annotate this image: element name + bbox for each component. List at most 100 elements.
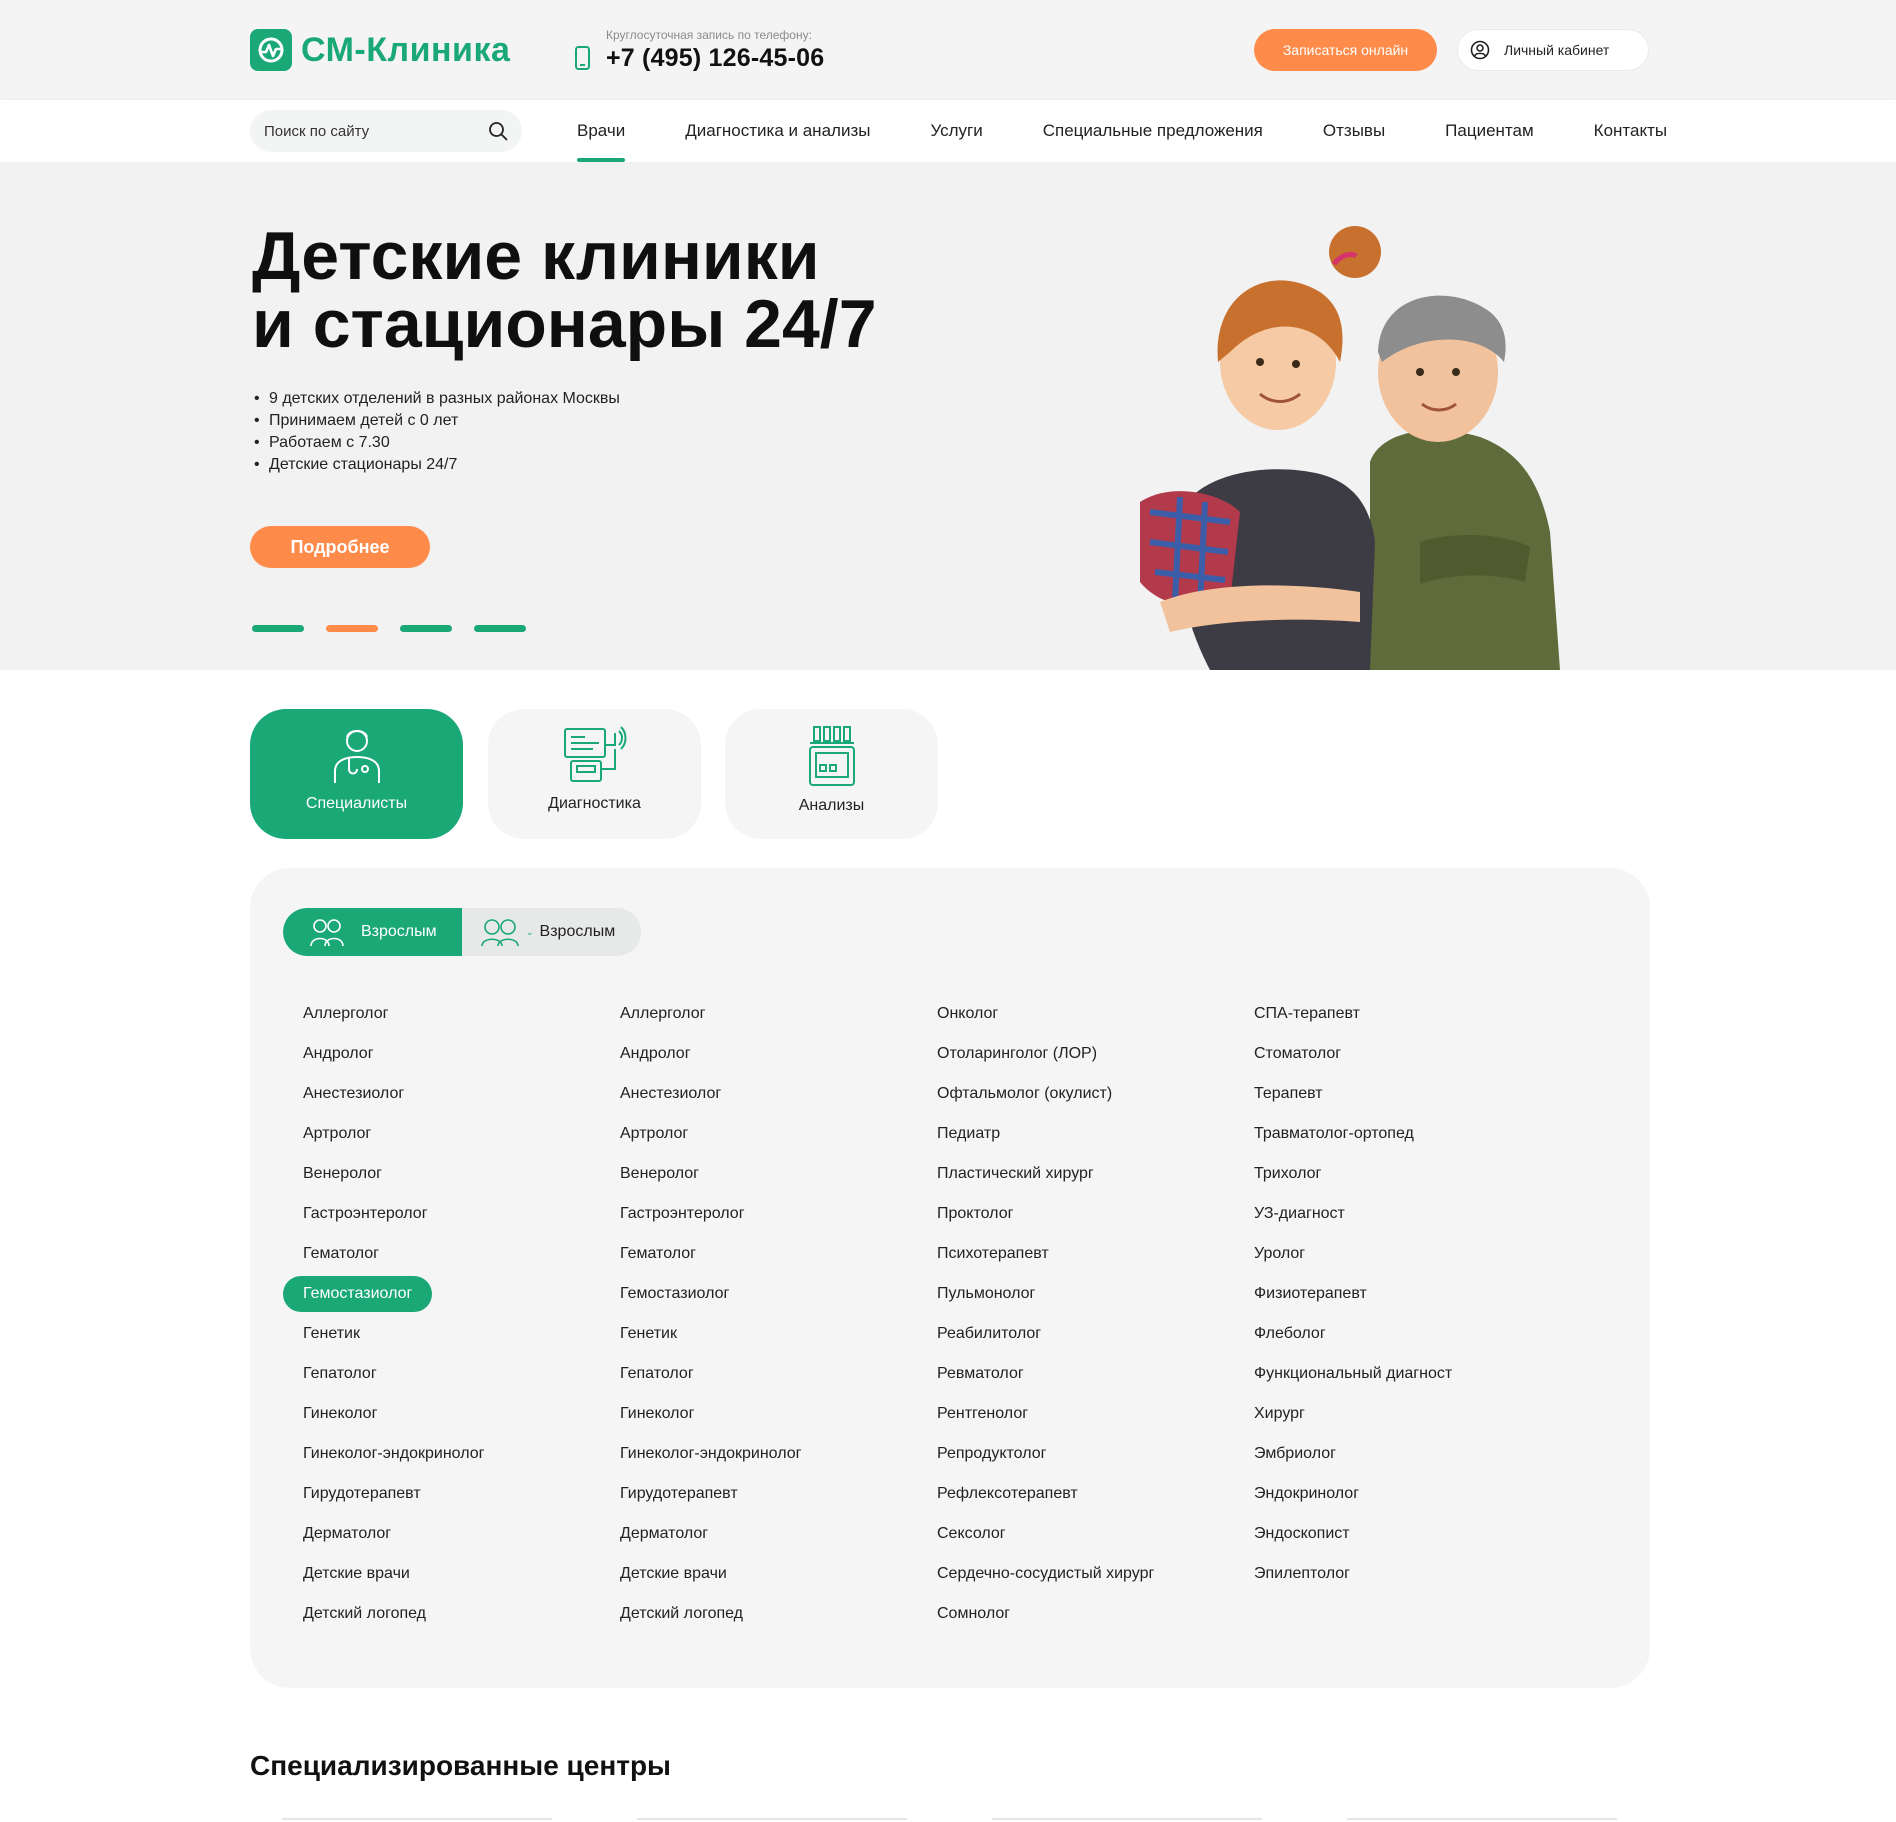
specialist-link[interactable]: Сердечно-сосудистый хирург: [917, 1554, 1154, 1594]
search-icon[interactable]: [488, 121, 508, 141]
category-tab-analyses[interactable]: Анализы: [725, 709, 938, 839]
specialist-link[interactable]: Эмбриолог: [1234, 1434, 1452, 1474]
specialist-link[interactable]: Пластический хирург: [917, 1154, 1154, 1194]
specialist-link[interactable]: Венеролог: [600, 1154, 801, 1194]
toggle-adults[interactable]: Взрослым: [283, 908, 462, 956]
specialist-link[interactable]: Реабилитолог: [917, 1314, 1154, 1354]
specialist-link[interactable]: Анестезиолог: [283, 1074, 484, 1114]
specialist-link[interactable]: Отоларинголог (ЛОР): [917, 1034, 1154, 1074]
hero-bullet: Принимаем детей с 0 лет: [254, 410, 620, 432]
specialist-link[interactable]: Детские врачи: [600, 1554, 801, 1594]
user-icon: [1470, 40, 1490, 60]
slider-dot-active[interactable]: [326, 625, 378, 632]
phone-number[interactable]: +7 (495) 126-45-06: [606, 44, 824, 73]
specialist-link[interactable]: Эндоскопист: [1234, 1514, 1452, 1554]
specialist-link[interactable]: Гирудотерапевт: [283, 1474, 484, 1514]
specialist-link[interactable]: Артролог: [600, 1114, 801, 1154]
specialist-link[interactable]: Венеролог: [283, 1154, 484, 1194]
specialists-column-1: Аллерголог Андролог Анестезиолог Артролог Ве…: [283, 994, 484, 1634]
specialist-link[interactable]: Пульмонолог: [917, 1274, 1154, 1314]
specialist-link[interactable]: Гепатолог: [283, 1354, 484, 1394]
specialist-link[interactable]: Генетик: [283, 1314, 484, 1354]
specialist-link[interactable]: Эндокринолог: [1234, 1474, 1452, 1514]
specialist-link[interactable]: Гирудотерапевт: [600, 1474, 801, 1514]
specialist-link[interactable]: УЗ-диагност: [1234, 1194, 1452, 1234]
toggle-second-label: Взрослым: [539, 923, 616, 940]
nav-item-contacts[interactable]: Контакты: [1594, 100, 1667, 162]
nav-item-reviews[interactable]: Отзывы: [1323, 100, 1385, 162]
specialist-link[interactable]: Проктолог: [917, 1194, 1154, 1234]
specialist-link[interactable]: Терапевт: [1234, 1074, 1452, 1114]
book-online-button[interactable]: Записаться онлайн: [1254, 29, 1437, 71]
nav-item-doctors[interactable]: Врачи: [577, 100, 626, 162]
specialist-link[interactable]: Рефлексотерапевт: [917, 1474, 1154, 1514]
audience-toggle: Взрослым ⌄ Взрослым: [283, 908, 641, 956]
specialist-link[interactable]: Онколог: [917, 994, 1154, 1034]
specialist-link[interactable]: Педиатр: [917, 1114, 1154, 1154]
specialist-link[interactable]: Гинеколог-эндокринолог: [283, 1434, 484, 1474]
search-box[interactable]: [250, 110, 522, 152]
adults-icon: [310, 919, 344, 947]
category-tab-diagnostics[interactable]: Диагностика: [488, 709, 701, 839]
specialist-link[interactable]: Флеболог: [1234, 1314, 1452, 1354]
specialist-link[interactable]: Гинеколог: [600, 1394, 801, 1434]
specialist-link[interactable]: Офтальмолог (окулист): [917, 1074, 1154, 1114]
nav-item-patients[interactable]: Пациентам: [1445, 100, 1534, 162]
specialist-link[interactable]: Репродуктолог: [917, 1434, 1154, 1474]
specialist-link[interactable]: Андролог: [600, 1034, 801, 1074]
hero-bullet: 9 детских отделений в разных районах Мос…: [254, 388, 620, 410]
toggle-second[interactable]: ⌄ Взрослым: [462, 908, 641, 956]
logo[interactable]: СМ-Клиника: [250, 28, 510, 72]
specialist-link[interactable]: Хирург: [1234, 1394, 1452, 1434]
specialist-link[interactable]: Гематолог: [600, 1234, 801, 1274]
search-input[interactable]: [264, 122, 488, 140]
specialist-link[interactable]: Гастроэнтеролог: [600, 1194, 801, 1234]
specialist-link[interactable]: Сомнолог: [917, 1594, 1154, 1634]
specialists-column-3: Онколог Отоларинголог (ЛОР) Офтальмолог (о…: [917, 994, 1154, 1634]
specialist-link[interactable]: Гематолог: [283, 1234, 484, 1274]
specialist-link[interactable]: Сексолог: [917, 1514, 1154, 1554]
chevron-down-icon: ⌄: [526, 926, 534, 937]
specialist-link[interactable]: СПА-терапевт: [1234, 994, 1452, 1034]
specialist-link[interactable]: Травматолог-ортопед: [1234, 1114, 1452, 1154]
specialist-link[interactable]: Дерматолог: [283, 1514, 484, 1554]
specialist-link[interactable]: Стоматолог: [1234, 1034, 1452, 1074]
cabinet-label: Личный кабинет: [1504, 42, 1610, 58]
specialist-link[interactable]: Функциональный диагност: [1234, 1354, 1452, 1394]
specialist-link[interactable]: Детский логопед: [283, 1594, 484, 1634]
specialist-link[interactable]: Детские врачи: [283, 1554, 484, 1594]
slider-dot[interactable]: [400, 625, 452, 632]
specialist-link[interactable]: Гепатолог: [600, 1354, 801, 1394]
specialist-link[interactable]: Гемостазиолог: [600, 1274, 801, 1314]
specialist-link[interactable]: Уролог: [1234, 1234, 1452, 1274]
specialist-link[interactable]: Генетик: [600, 1314, 801, 1354]
logo-text: СМ-Клиника: [301, 30, 511, 69]
specialist-link[interactable]: Эпилептолог: [1234, 1554, 1452, 1594]
specialist-link[interactable]: Детский логопед: [600, 1594, 801, 1634]
specialist-link[interactable]: Рентгенолог: [917, 1394, 1154, 1434]
specialist-link[interactable]: Гастроэнтеролог: [283, 1194, 484, 1234]
more-button[interactable]: Подробнее: [250, 526, 430, 568]
specialist-link[interactable]: Психотерапевт: [917, 1234, 1154, 1274]
specialist-link[interactable]: Андролог: [283, 1034, 484, 1074]
nav-item-services[interactable]: Услуги: [930, 100, 982, 162]
specialist-link[interactable]: Аллерголог: [283, 994, 484, 1034]
specialist-link[interactable]: Физиотерапевт: [1234, 1274, 1452, 1314]
personal-cabinet-button[interactable]: Личный кабинет: [1457, 29, 1649, 71]
specialist-link[interactable]: Артролог: [283, 1114, 484, 1154]
specialist-link[interactable]: Гемостазиолог: [283, 1276, 433, 1312]
nav-item-diagnostics[interactable]: Диагностика и анализы: [685, 100, 870, 162]
slider-dots: [252, 625, 548, 632]
specialist-link[interactable]: Аллерголог: [600, 994, 801, 1034]
slider-dot[interactable]: [474, 625, 526, 632]
specialist-link[interactable]: Гинеколог: [283, 1394, 484, 1434]
hero-bullet: Работаем с 7.30: [254, 432, 620, 454]
specialist-link[interactable]: Трихолог: [1234, 1154, 1452, 1194]
specialist-link[interactable]: Ревматолог: [917, 1354, 1154, 1394]
nav-item-special-offers[interactable]: Специальные предложения: [1043, 100, 1263, 162]
specialist-link[interactable]: Анестезиолог: [600, 1074, 801, 1114]
specialist-link[interactable]: Дерматолог: [600, 1514, 801, 1554]
slider-dot[interactable]: [252, 625, 304, 632]
specialist-link[interactable]: Гинеколог-эндокринолог: [600, 1434, 801, 1474]
category-tab-specialists[interactable]: Специалисты: [250, 709, 463, 839]
